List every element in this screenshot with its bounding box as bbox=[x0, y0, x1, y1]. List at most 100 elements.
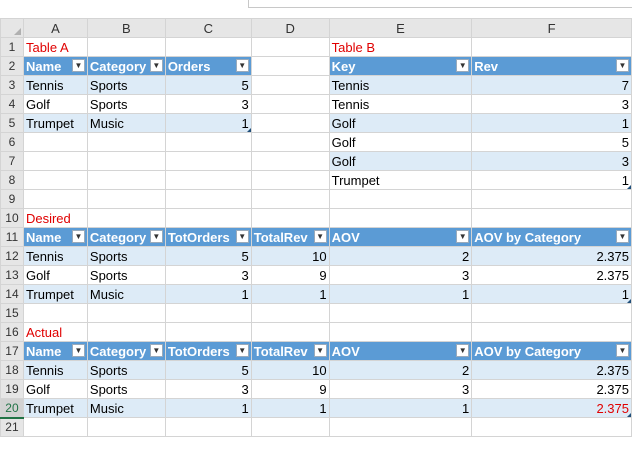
row-header-active[interactable]: 20 bbox=[0, 398, 24, 419]
desired-header-aov[interactable]: AOV ▼ bbox=[328, 227, 473, 247]
desired-header-totorders[interactable]: TotOrders ▼ bbox=[164, 227, 252, 247]
cell[interactable] bbox=[250, 94, 330, 114]
cell[interactable] bbox=[250, 189, 330, 209]
desired-header-aov-by-category[interactable]: AOV by Category ▼ bbox=[471, 227, 632, 247]
actual-cell[interactable]: 2 bbox=[328, 360, 473, 380]
actual-header-category[interactable]: Category ▼ bbox=[86, 341, 166, 361]
actual-cell[interactable]: 5 bbox=[164, 360, 252, 380]
cell[interactable] bbox=[164, 170, 252, 190]
row-header[interactable]: 14 bbox=[0, 284, 24, 304]
actual-cell[interactable]: 1 bbox=[328, 398, 473, 418]
actual-cell[interactable]: 2.375 bbox=[471, 360, 632, 380]
cell[interactable] bbox=[328, 322, 473, 342]
desired-cell[interactable]: 5 bbox=[164, 246, 252, 266]
desired-cell[interactable]: 9 bbox=[250, 265, 330, 285]
actual-header-totorders[interactable]: TotOrders ▼ bbox=[164, 341, 252, 361]
table-b-cell[interactable]: 1 bbox=[471, 113, 632, 133]
filter-dropdown-icon[interactable]: ▼ bbox=[313, 230, 327, 243]
table-b-header-key[interactable]: Key ▼ bbox=[328, 56, 473, 76]
cell[interactable] bbox=[250, 417, 330, 437]
table-a-cell[interactable]: 1 bbox=[164, 113, 252, 133]
row-header[interactable]: 9 bbox=[0, 189, 24, 209]
row-header[interactable]: 4 bbox=[0, 94, 24, 114]
table-b-cell[interactable]: 1 bbox=[471, 170, 632, 190]
column-header-f[interactable]: F bbox=[471, 18, 632, 38]
table-a-cell[interactable]: Music bbox=[86, 113, 166, 133]
cell[interactable] bbox=[164, 417, 252, 437]
cell[interactable] bbox=[471, 189, 632, 209]
cell[interactable] bbox=[328, 208, 473, 228]
actual-cell[interactable]: 1 bbox=[164, 398, 252, 418]
desired-title[interactable]: Desired bbox=[22, 208, 88, 228]
table-b-cell[interactable]: Golf bbox=[328, 151, 473, 171]
actual-header-totalrev[interactable]: TotalRev ▼ bbox=[250, 341, 330, 361]
cell[interactable] bbox=[471, 303, 632, 323]
actual-title[interactable]: Actual bbox=[22, 322, 88, 342]
desired-header-category[interactable]: Category ▼ bbox=[86, 227, 166, 247]
row-header[interactable]: 13 bbox=[0, 265, 24, 285]
row-header[interactable]: 3 bbox=[0, 75, 24, 95]
desired-cell[interactable]: Sports bbox=[86, 265, 166, 285]
filter-dropdown-icon[interactable]: ▼ bbox=[149, 59, 163, 72]
table-b-cell[interactable]: 3 bbox=[471, 151, 632, 171]
desired-cell[interactable]: 1 bbox=[164, 284, 252, 304]
cell[interactable] bbox=[328, 303, 473, 323]
actual-cell[interactable]: Music bbox=[86, 398, 166, 418]
cell[interactable] bbox=[164, 322, 252, 342]
filter-dropdown-icon[interactable]: ▼ bbox=[456, 59, 470, 72]
table-b-cell[interactable]: 5 bbox=[471, 132, 632, 152]
actual-cell[interactable]: Trumpet bbox=[22, 398, 88, 418]
actual-header-name[interactable]: Name ▼ bbox=[22, 341, 88, 361]
cell[interactable] bbox=[328, 417, 473, 437]
row-header[interactable]: 2 bbox=[0, 56, 24, 76]
column-header-e[interactable]: E bbox=[328, 18, 473, 38]
desired-cell[interactable]: Music bbox=[86, 284, 166, 304]
table-b-cell[interactable]: Golf bbox=[328, 132, 473, 152]
table-resize-handle[interactable] bbox=[627, 413, 631, 417]
filter-dropdown-icon[interactable]: ▼ bbox=[456, 344, 470, 357]
select-all-corner[interactable] bbox=[0, 18, 24, 38]
column-header-d[interactable]: D bbox=[250, 18, 330, 38]
table-b-header-rev[interactable]: Rev ▼ bbox=[471, 56, 632, 76]
filter-dropdown-icon[interactable]: ▼ bbox=[149, 230, 163, 243]
cell[interactable] bbox=[471, 37, 632, 57]
table-a-cell[interactable]: Tennis bbox=[22, 75, 88, 95]
cell[interactable] bbox=[86, 132, 166, 152]
cell[interactable] bbox=[471, 208, 632, 228]
actual-cell[interactable]: 3 bbox=[328, 379, 473, 399]
table-b-cell[interactable]: 7 bbox=[471, 75, 632, 95]
filter-dropdown-icon[interactable]: ▼ bbox=[235, 344, 249, 357]
cell[interactable] bbox=[86, 417, 166, 437]
table-resize-handle[interactable] bbox=[246, 128, 251, 132]
filter-dropdown-icon[interactable]: ▼ bbox=[235, 230, 249, 243]
desired-cell[interactable]: Sports bbox=[86, 246, 166, 266]
cell[interactable] bbox=[86, 151, 166, 171]
row-header[interactable]: 1 bbox=[0, 37, 24, 57]
table-a-cell[interactable]: Trumpet bbox=[22, 113, 88, 133]
desired-cell[interactable]: Tennis bbox=[22, 246, 88, 266]
table-a-header-orders[interactable]: Orders ▼ bbox=[164, 56, 252, 76]
row-header[interactable]: 16 bbox=[0, 322, 24, 342]
actual-cell[interactable]: Sports bbox=[86, 360, 166, 380]
cell[interactable] bbox=[86, 322, 166, 342]
desired-cell[interactable]: 1 bbox=[250, 284, 330, 304]
cell[interactable] bbox=[471, 417, 632, 437]
table-b-cell[interactable]: Trumpet bbox=[328, 170, 473, 190]
cell[interactable] bbox=[250, 303, 330, 323]
desired-cell[interactable]: 1 bbox=[471, 284, 632, 304]
formula-bar-edge[interactable] bbox=[248, 0, 632, 8]
row-header[interactable]: 11 bbox=[0, 227, 24, 247]
table-a-cell[interactable]: 5 bbox=[164, 75, 252, 95]
desired-header-totalrev[interactable]: TotalRev ▼ bbox=[250, 227, 330, 247]
row-header[interactable]: 5 bbox=[0, 113, 24, 133]
filter-dropdown-icon[interactable]: ▼ bbox=[235, 59, 249, 72]
table-b-cell[interactable]: Tennis bbox=[328, 75, 473, 95]
desired-cell[interactable]: 3 bbox=[164, 265, 252, 285]
cell[interactable] bbox=[86, 170, 166, 190]
cell[interactable] bbox=[22, 417, 88, 437]
filter-dropdown-icon[interactable]: ▼ bbox=[149, 344, 163, 357]
actual-cell[interactable]: Sports bbox=[86, 379, 166, 399]
desired-cell[interactable]: 2.375 bbox=[471, 265, 632, 285]
cell[interactable] bbox=[250, 170, 330, 190]
table-a-cell[interactable]: Golf bbox=[22, 94, 88, 114]
